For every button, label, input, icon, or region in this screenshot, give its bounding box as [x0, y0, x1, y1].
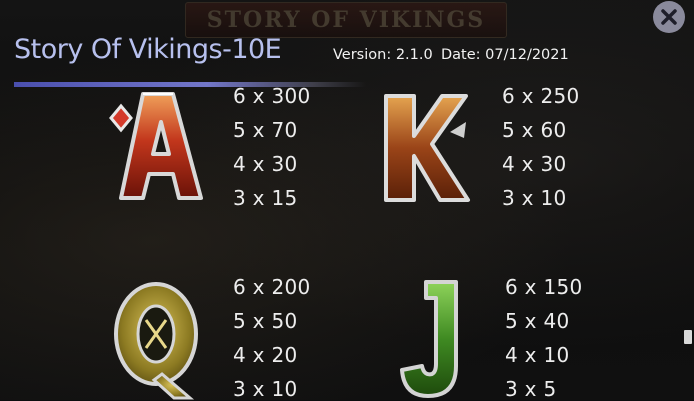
title-underline	[14, 82, 366, 87]
pay-k-5: 5 x 60	[502, 118, 567, 142]
pay-j-6: 6 x 150	[505, 275, 583, 299]
date-label: Date: 07/12/2021	[441, 47, 569, 63]
pay-k-3: 3 x 10	[502, 186, 567, 210]
letter-q-symbol-icon	[114, 282, 198, 400]
pay-j-4: 4 x 10	[505, 343, 570, 367]
scrollbar-thumb[interactable]	[684, 330, 692, 344]
page-title: Story Of Vikings-10E	[14, 34, 282, 65]
close-icon	[661, 9, 677, 25]
letter-j-symbol-icon	[400, 280, 458, 398]
version-label: Version: 2.1.0	[333, 47, 433, 63]
pay-a-3: 3 x 15	[233, 186, 298, 210]
pay-a-6: 6 x 300	[233, 84, 311, 108]
pay-q-5: 5 x 50	[233, 309, 298, 333]
background-game-logo: STORY OF VIKINGS	[185, 2, 507, 38]
pay-k-4: 4 x 30	[502, 152, 567, 176]
close-button[interactable]	[653, 1, 685, 33]
pay-q-4: 4 x 20	[233, 343, 298, 367]
pay-a-5: 5 x 70	[233, 118, 298, 142]
pay-a-4: 4 x 30	[233, 152, 298, 176]
pay-q-6: 6 x 200	[233, 275, 311, 299]
pay-k-6: 6 x 250	[502, 84, 580, 108]
letter-k-symbol-icon	[384, 94, 470, 202]
pay-j-5: 5 x 40	[505, 309, 570, 333]
letter-a-symbol-icon	[109, 92, 203, 200]
pay-j-3: 3 x 5	[505, 377, 557, 401]
pay-q-3: 3 x 10	[233, 377, 298, 401]
